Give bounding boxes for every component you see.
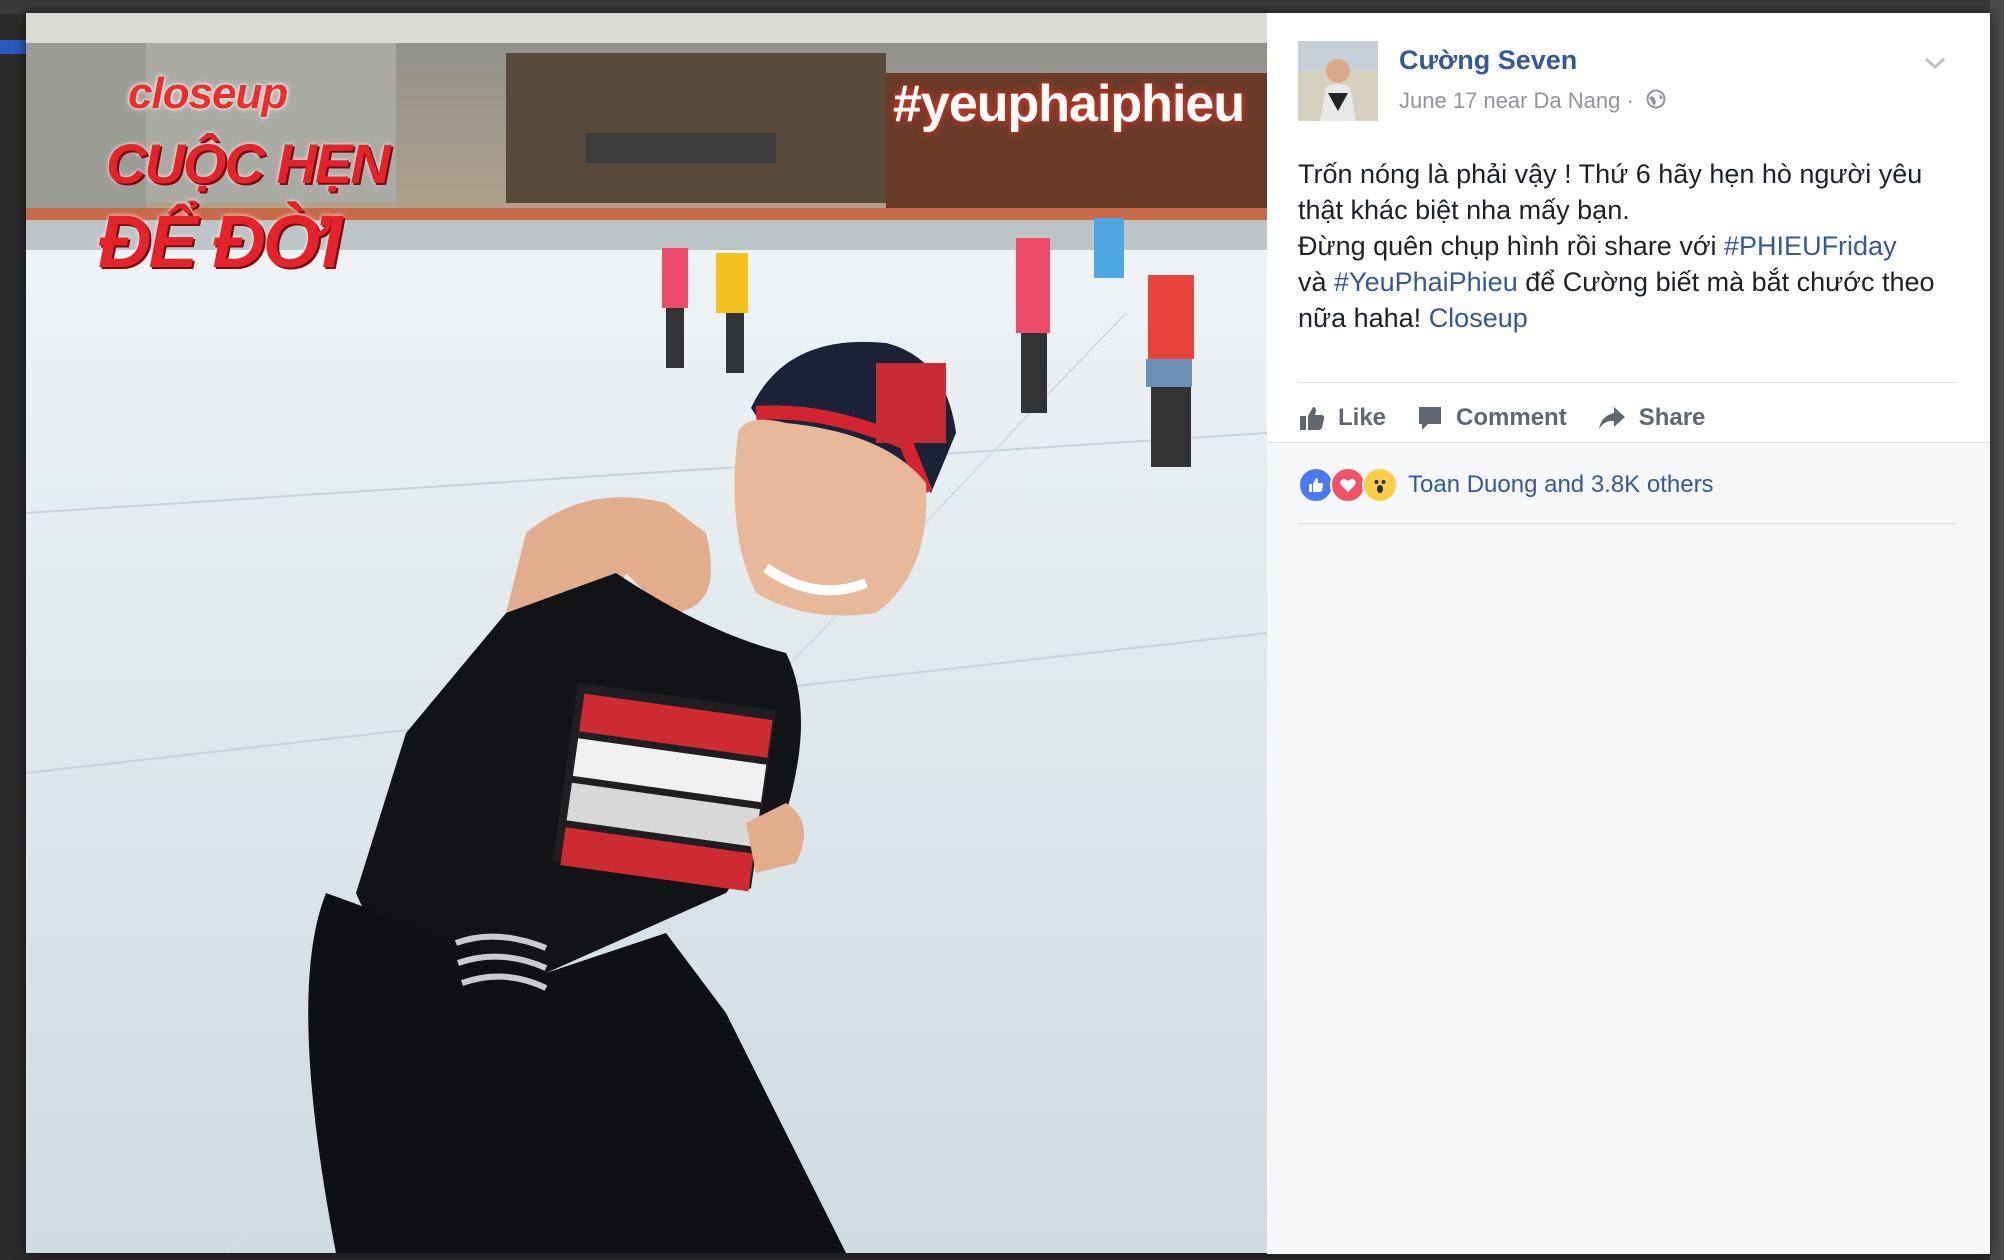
page-background-top (0, 0, 2004, 14)
share-arrow-icon (1598, 407, 1625, 429)
closeup-mention-link[interactable]: Closeup (1429, 303, 1528, 333)
globe-icon[interactable] (1646, 89, 1666, 115)
reactions-section: Toan Duong and 3.8K others (1267, 442, 1990, 1254)
chevron-down-icon[interactable] (1920, 51, 1950, 75)
author-avatar[interactable] (1298, 41, 1378, 121)
thumbs-up-icon (1300, 407, 1325, 430)
closeup-brand-overlay: closeup CUỘC HẸN ĐỂ ĐỜI (72, 59, 402, 299)
reactions-summary[interactable]: Toan Duong and 3.8K others (1298, 467, 1714, 503)
post-body: Trốn nóng là phải vậy ! Thứ 6 hãy hẹn hò… (1298, 156, 1958, 336)
wow-reaction-icon (1362, 467, 1398, 503)
hashtag-yeuphaiphieu-link[interactable]: #YeuPhaiPhieu (1334, 267, 1518, 297)
post-text-line3: và #YeuPhaiPhieu để Cường biết mà bắt ch… (1298, 264, 1958, 336)
post-date[interactable]: June 17 near Da Nang (1399, 88, 1620, 113)
page-background-right (1990, 0, 2004, 1260)
post-text-segment: và (1298, 267, 1335, 297)
hashtag-phieufriday-link[interactable]: #PHIEUFriday (1724, 231, 1897, 261)
share-button[interactable]: Share (1597, 404, 1706, 432)
post-photo[interactable]: closeup CUỘC HẸN ĐỂ ĐỜI #yeuphaiphieu (26, 13, 1267, 1253)
post-text-line2: Đừng quên chụp hình rồi share với #PHIEU… (1298, 228, 1958, 264)
post-side-panel: Cường Seven June 17 near Da Nang · Trốn … (1267, 13, 1990, 1254)
love-reaction-icon (1330, 467, 1366, 503)
photo-theater: closeup CUỘC HẸN ĐỂ ĐỜI #yeuphaiphieu Cư… (26, 13, 1990, 1254)
comment-button[interactable]: Comment (1416, 404, 1567, 432)
hashtag-overlay: #yeuphaiphieu (893, 75, 1245, 133)
like-reaction-icon (1298, 467, 1334, 503)
comment-icon (1419, 407, 1442, 430)
reactions-count-text[interactable]: Toan Duong and 3.8K others (1408, 471, 1714, 499)
actions-divider (1298, 382, 1956, 383)
campaign-title-line1: CUỘC HẸN (106, 132, 391, 195)
post-meta: June 17 near Da Nang · (1399, 88, 1666, 115)
reactions-divider (1298, 523, 1956, 524)
like-label: Like (1338, 404, 1387, 431)
meta-separator: · (1626, 88, 1634, 113)
like-button[interactable]: Like (1298, 404, 1386, 432)
author-name[interactable]: Cường Seven (1399, 45, 1577, 76)
post-actions: Like Comment Share (1298, 398, 1735, 438)
comment-label: Comment (1456, 404, 1567, 431)
campaign-title-line2: ĐỂ ĐỜI (98, 200, 342, 283)
post-text-segment: Đừng quên chụp hình rồi share với (1298, 231, 1725, 261)
closeup-logo: closeup (128, 69, 288, 118)
share-label: Share (1638, 404, 1706, 431)
post-text-line1: Trốn nóng là phải vậy ! Thứ 6 hãy hẹn hò… (1298, 159, 1923, 225)
